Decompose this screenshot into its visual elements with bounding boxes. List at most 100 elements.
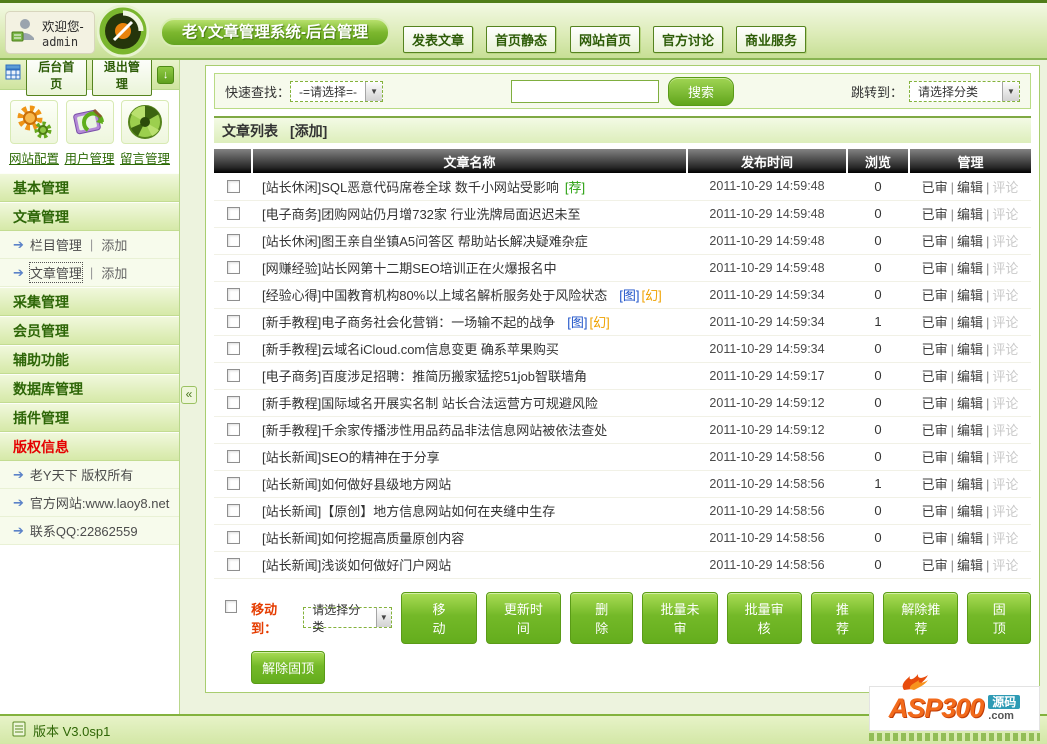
menu-section-collect[interactable]: 采集管理 [0,287,179,316]
edit-link[interactable]: 编辑 [957,288,983,303]
menu-section-database[interactable]: 数据库管理 [0,374,179,403]
edit-link[interactable]: 编辑 [957,423,983,438]
row-checkbox[interactable] [227,450,240,463]
article-manage-link[interactable]: 文章管理 [30,263,82,282]
shortcut-label[interactable]: 用户管理 [63,148,117,167]
article-title-link[interactable]: [新手教程]电子商务社会化营销：一场输不起的战争 [262,315,555,330]
comment-link[interactable]: 评论 [992,261,1018,276]
article-title-link[interactable]: [经验心得]中国教育机构80%以上域名解析服务处于风险状态 [262,288,607,303]
comment-link[interactable]: 评论 [992,342,1018,357]
approved-link[interactable]: 已审 [922,315,948,330]
article-title-link[interactable]: [电子商务]百度涉足招聘：推简历搬家猛挖51job智联墙角 [262,369,587,384]
article-title-link[interactable]: [新手教程]国际域名开展实名制 站长合法运营方可规避风险 [262,396,598,411]
batch-unapprove-button[interactable]: 批量未审 [642,592,717,644]
home-static-button[interactable]: 首页静态 [486,26,556,53]
row-checkbox[interactable] [227,396,240,409]
approved-link[interactable]: 已审 [922,369,948,384]
comment-link[interactable]: 评论 [992,369,1018,384]
shortcut-message-manage[interactable]: 留言管理 [118,100,172,167]
menu-section-plugin[interactable]: 插件管理 [0,403,179,432]
quick-find-select[interactable]: -=请选择=- ▼ [290,81,383,102]
comment-link[interactable]: 评论 [992,180,1018,195]
edit-link[interactable]: 编辑 [957,261,983,276]
edit-link[interactable]: 编辑 [957,450,983,465]
business-service-button[interactable]: 商业服务 [736,26,806,53]
move-button[interactable]: 移动 [401,592,477,644]
edit-link[interactable]: 编辑 [957,180,983,195]
approved-link[interactable]: 已审 [922,531,948,546]
sidebar-collapse-handle[interactable]: « [181,386,197,404]
comment-link[interactable]: 评论 [992,531,1018,546]
row-checkbox[interactable] [227,504,240,517]
list-add-link[interactable]: [添加] [290,121,327,141]
article-title-link[interactable]: [站长休闲]SQL恶意代码席卷全球 数千小网站受影响 [262,180,559,195]
row-checkbox[interactable] [227,207,240,220]
comment-link[interactable]: 评论 [992,423,1018,438]
official-forum-button[interactable]: 官方讨论 [653,26,723,53]
edit-link[interactable]: 编辑 [957,207,983,222]
row-checkbox[interactable] [227,558,240,571]
article-title-link[interactable]: [站长新闻]SEO的精神在于分享 [262,450,440,465]
recommend-button[interactable]: 推荐 [811,592,875,644]
shortcut-user-manage[interactable]: 用户管理 [63,100,117,167]
edit-link[interactable]: 编辑 [957,342,983,357]
pin-button[interactable]: 固顶 [967,592,1031,644]
menu-section-basic[interactable]: 基本管理 [0,173,179,202]
scroll-down-icon[interactable]: ↓ [157,66,174,84]
row-checkbox[interactable] [227,477,240,490]
approved-link[interactable]: 已审 [922,504,948,519]
column-manage-link[interactable]: 栏目管理 [30,235,82,254]
shortcut-label[interactable]: 网站配置 [7,148,61,167]
edit-link[interactable]: 编辑 [957,369,983,384]
row-checkbox[interactable] [227,423,240,436]
approved-link[interactable]: 已审 [922,288,948,303]
approved-link[interactable]: 已审 [922,450,948,465]
edit-link[interactable]: 编辑 [957,234,983,249]
comment-link[interactable]: 评论 [992,288,1018,303]
approved-link[interactable]: 已审 [922,396,948,411]
edit-link[interactable]: 编辑 [957,531,983,546]
row-checkbox[interactable] [227,180,240,193]
approved-link[interactable]: 已审 [922,342,948,357]
search-button[interactable]: 搜索 [668,77,734,106]
publish-article-button[interactable]: 发表文章 [403,26,473,53]
select-all-checkbox[interactable] [225,600,237,613]
approved-link[interactable]: 已审 [922,423,948,438]
shortcut-site-config[interactable]: 网站配置 [7,100,61,167]
unrecommend-button[interactable]: 解除推荐 [883,592,958,644]
shortcut-label[interactable]: 留言管理 [118,148,172,167]
article-title-link[interactable]: [新手教程]千余家传播涉性用品药品非法信息网站被依法查处 [262,423,607,438]
edit-link[interactable]: 编辑 [957,315,983,330]
comment-link[interactable]: 评论 [992,558,1018,573]
delete-button[interactable]: 删除 [570,592,634,644]
article-add-link[interactable]: 添加 [101,263,127,282]
comment-link[interactable]: 评论 [992,450,1018,465]
edit-link[interactable]: 编辑 [957,504,983,519]
article-title-link[interactable]: [站长新闻]如何做好县级地方网站 [262,477,451,492]
approved-link[interactable]: 已审 [922,207,948,222]
comment-link[interactable]: 评论 [992,504,1018,519]
article-title-link[interactable]: [站长新闻]浅谈如何做好门户网站 [262,558,451,573]
article-title-link[interactable]: [新手教程]云域名iCloud.com信息变更 确系苹果购买 [262,342,559,357]
row-checkbox[interactable] [227,531,240,544]
unpin-button[interactable]: 解除固顶 [251,651,325,684]
approved-link[interactable]: 已审 [922,180,948,195]
approved-link[interactable]: 已审 [922,558,948,573]
article-title-link[interactable]: [电子商务]团购网站仍月增732家 行业洗牌局面迟迟未至 [262,207,581,222]
menu-section-assist[interactable]: 辅助功能 [0,345,179,374]
comment-link[interactable]: 评论 [992,207,1018,222]
search-input[interactable] [511,80,659,103]
row-checkbox[interactable] [227,315,240,328]
article-title-link[interactable]: [网赚经验]站长网第十二期SEO培训正在火爆报名中 [262,261,557,276]
row-checkbox[interactable] [227,342,240,355]
comment-link[interactable]: 评论 [992,234,1018,249]
article-title-link[interactable]: [站长新闻]【原创】地方信息网站如何在夹缝中生存 [262,504,555,519]
batch-approve-button[interactable]: 批量审核 [727,592,802,644]
approved-link[interactable]: 已审 [922,234,948,249]
row-checkbox[interactable] [227,288,240,301]
approved-link[interactable]: 已审 [922,477,948,492]
approved-link[interactable]: 已审 [922,261,948,276]
menu-section-member[interactable]: 会员管理 [0,316,179,345]
site-home-button[interactable]: 网站首页 [570,26,640,53]
column-add-link[interactable]: 添加 [101,235,127,254]
